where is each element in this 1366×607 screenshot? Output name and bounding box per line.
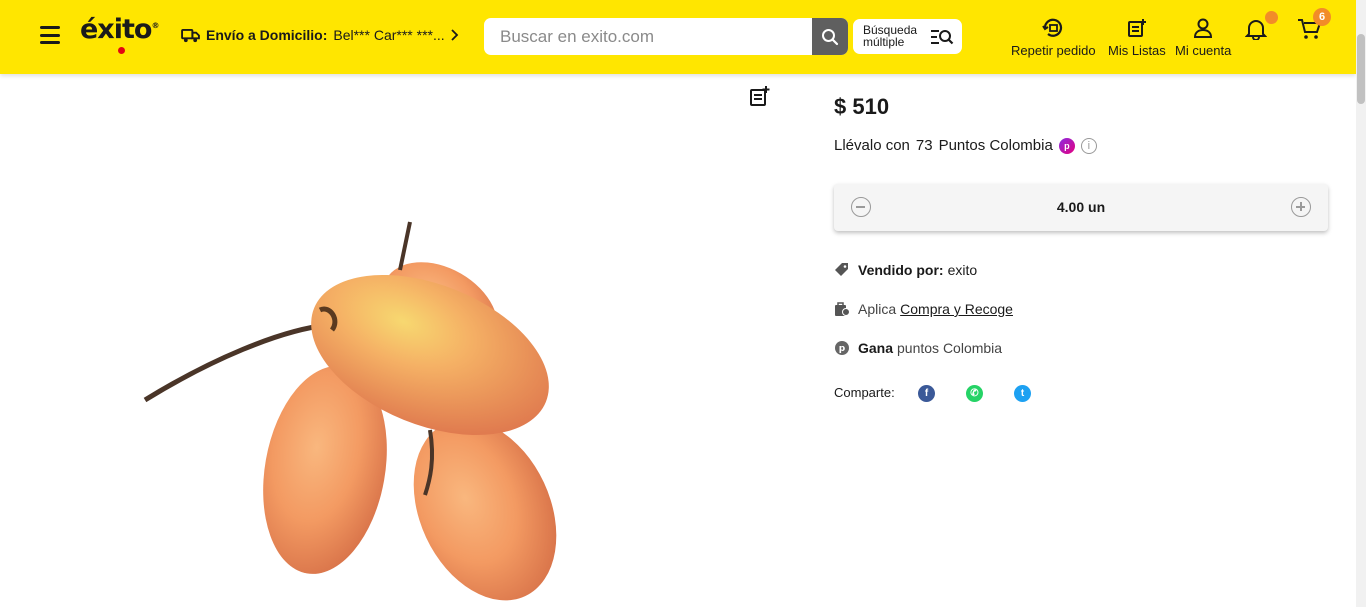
delivery-label: Envío a Domicilio: [206,27,328,43]
points-suffix: Puntos Colombia [938,137,1053,154]
points-prefix: Llévalo con [834,137,910,154]
tag-icon [835,263,848,276]
earn-points-row: p Gana puntos Colombia [834,340,1002,356]
share-row: Comparte: f ✆ t [834,385,1031,402]
quantity-value: 4.00 un [1056,199,1106,215]
truck-icon [181,28,200,42]
menu-icon[interactable] [40,26,60,44]
delivery-address-selector[interactable]: Envío a Domicilio: Bel*** Car*** ***... [181,27,459,43]
sold-by-value: exito [947,262,978,278]
repeat-order-button[interactable]: Repetir pedido [1011,18,1096,58]
sold-by-row: Vendido por: exito [834,262,977,278]
user-icon [1194,18,1213,38]
pickup-prefix: Aplica [858,301,897,317]
scrollbar-thumb[interactable] [1357,34,1365,104]
share-label: Comparte: [834,385,895,400]
logo-text: éxito [80,14,152,45]
multi-search-label: Búsqueda múltiple [863,23,918,49]
notifications-button[interactable] [1244,11,1278,45]
facebook-share-icon[interactable]: f [918,385,935,402]
search-input[interactable] [484,18,812,55]
quantity-stepper: 4.00 un [834,184,1328,231]
my-lists-button[interactable]: Mis Listas [1108,18,1166,58]
notification-dot [1265,11,1278,24]
puntos-icon: p [835,341,849,355]
twitter-share-icon[interactable]: t [1014,385,1031,402]
add-to-list-button[interactable] [749,85,771,112]
exito-logo[interactable]: éxito® [80,14,159,54]
product-image [143,221,557,601]
cart-count-badge: 6 [1313,8,1331,26]
repeat-order-icon [1042,18,1063,37]
whatsapp-share-icon[interactable]: ✆ [966,385,983,402]
page-scrollbar[interactable] [1356,0,1366,607]
my-account-button[interactable]: Mi cuenta [1175,18,1231,58]
chevron-right-icon [451,29,458,41]
puntos-colombia-icon: p [1058,137,1075,154]
store-pickup-icon [835,302,850,316]
cart-button[interactable]: 6 [1297,8,1331,45]
svg-text:p: p [839,344,846,354]
logo-dot [118,47,125,54]
repeat-order-label: Repetir pedido [1011,43,1096,58]
delivery-address: Bel*** Car*** ***... [333,27,445,43]
multi-search-button[interactable]: Búsqueda múltiple [853,19,962,54]
pickup-row: Aplica Compra y Recoge [834,301,1013,317]
earn-value: puntos Colombia [897,340,1003,356]
search-button[interactable] [812,18,848,55]
product-price: $ 510 [834,94,890,119]
list-add-icon [1127,19,1146,37]
sold-by-label: Vendido por: [858,262,944,278]
my-account-label: Mi cuenta [1175,43,1232,58]
list-search-icon [931,30,954,45]
search-icon [822,28,839,45]
info-icon[interactable]: i [1080,137,1097,154]
points-value: 73 [915,137,933,154]
list-add-icon [750,86,770,106]
my-lists-label: Mis Listas [1108,43,1166,58]
bell-icon [1244,20,1268,41]
earn-label: Gana [858,340,894,356]
increase-quantity-button[interactable] [1291,197,1311,217]
pickup-link[interactable]: Compra y Recoge [900,301,1013,317]
points-info: Llévalo con 73 Puntos Colombia p i [834,137,1097,154]
top-header: éxito® Envío a Domicilio: Bel*** Car*** … [0,0,1356,74]
search-bar [484,18,848,55]
